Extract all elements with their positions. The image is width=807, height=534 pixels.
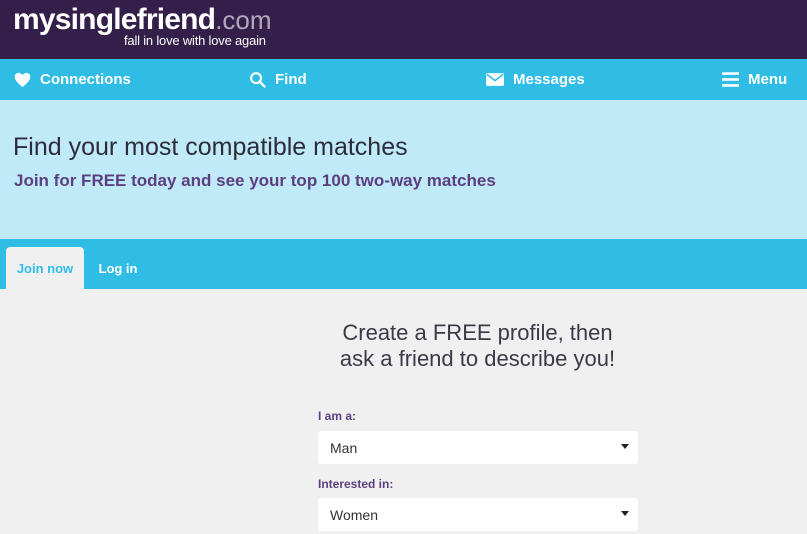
i-am-value: Man (330, 439, 358, 456)
caret-down-icon (621, 444, 629, 449)
hero-banner: Find your most compatible matches Join f… (0, 100, 807, 239)
nav-messages-label: Messages (513, 71, 585, 88)
signup-heading: Create a FREE profile, then ask a friend… (317, 320, 638, 372)
hamburger-icon (722, 72, 739, 87)
hero-subtitle: Join for FREE today and see your top 100… (14, 171, 496, 190)
nav-connections[interactable]: Connections (14, 59, 131, 100)
caret-down-icon (621, 511, 629, 516)
nav-find-label: Find (275, 71, 307, 88)
site-tagline: fall in love with love again (124, 33, 266, 48)
nav-menu[interactable]: Menu (722, 59, 787, 100)
search-icon (250, 72, 266, 88)
auth-tabs: Join now Log in (0, 239, 807, 289)
i-am-select[interactable]: Man (318, 431, 638, 464)
signup-heading-line1: Create a FREE profile, then (342, 320, 613, 345)
hero-title: Find your most compatible matches (13, 133, 408, 161)
heart-icon (14, 72, 31, 87)
i-am-label: I am a: (318, 409, 357, 423)
nav-find[interactable]: Find (249, 59, 307, 100)
interested-in-select[interactable]: Women (318, 498, 638, 531)
tab-join-now[interactable]: Join now (6, 247, 84, 289)
nav-menu-label: Menu (748, 71, 788, 88)
site-header: mysinglefriend.com fall in love with lov… (0, 0, 807, 59)
interested-in-label: Interested in: (318, 477, 394, 491)
nav-messages[interactable]: Messages (486, 59, 585, 100)
logo-name: mysinglefriend (13, 3, 216, 36)
logo-domain: .com (215, 5, 272, 35)
envelope-icon (486, 73, 504, 86)
interested-in-value: Women (330, 506, 378, 523)
main-nav: Connections Find Messages Menu (0, 59, 807, 100)
site-logo[interactable]: mysinglefriend.com (13, 5, 272, 35)
nav-connections-label: Connections (40, 71, 131, 88)
signup-heading-line2: ask a friend to describe you! (339, 346, 616, 371)
tab-log-in[interactable]: Log in (88, 247, 148, 289)
